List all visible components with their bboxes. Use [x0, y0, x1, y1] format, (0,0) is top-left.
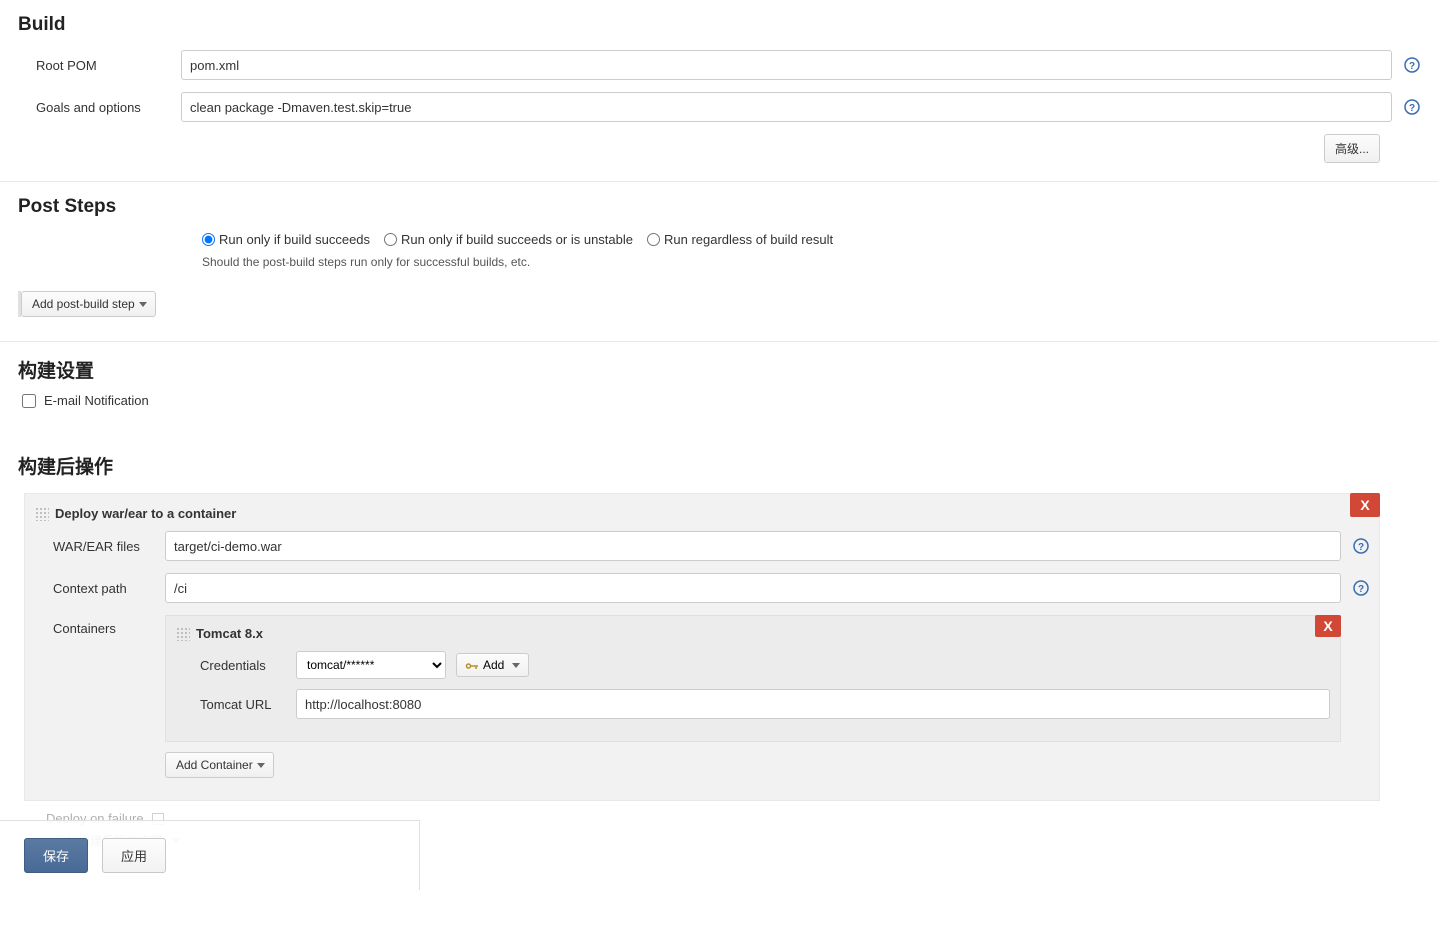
caret-down-icon	[257, 763, 265, 768]
caret-down-icon	[512, 663, 520, 668]
context-path-input[interactable]	[165, 573, 1341, 603]
deploy-title: Deploy war/ear to a container	[55, 506, 236, 521]
build-settings-title: 构建设置	[18, 356, 1420, 383]
post-steps-title: Post Steps	[18, 196, 1420, 218]
goals-input[interactable]	[181, 92, 1392, 122]
containers-row: Containers X Tomcat 8.x Credentials tomc…	[35, 615, 1369, 778]
close-icon[interactable]: X	[1315, 615, 1341, 637]
post-steps-radios: Run only if build succeeds Run only if b…	[18, 232, 1420, 247]
email-notification-label: E-mail Notification	[44, 393, 149, 408]
svg-text:?: ?	[1409, 103, 1415, 114]
advanced-button[interactable]: 高级...	[1324, 134, 1380, 163]
root-pom-input[interactable]	[181, 50, 1392, 80]
tomcat-url-input[interactable]	[296, 689, 1330, 719]
credentials-add-button[interactable]: Add	[456, 653, 529, 677]
credentials-select[interactable]: tomcat/******	[296, 651, 446, 679]
goals-label: Goals and options	[18, 100, 181, 115]
deploy-container-block: X Deploy war/ear to a container WAR/EAR …	[24, 493, 1380, 801]
svg-text:?: ?	[1358, 584, 1364, 595]
help-icon[interactable]: ?	[1404, 99, 1420, 115]
goals-row: Goals and options ?	[18, 92, 1420, 122]
drag-handle-icon[interactable]	[35, 507, 49, 521]
containers-label: Containers	[35, 615, 165, 636]
build-section: Build Root POM ? Goals and options ? 高级.…	[0, 0, 1438, 182]
post-steps-hint: Should the post-build steps run only for…	[18, 255, 1420, 269]
help-icon[interactable]: ?	[1404, 57, 1420, 73]
apply-button[interactable]: 应用	[102, 838, 166, 873]
tomcat-url-row: Tomcat URL	[200, 689, 1330, 719]
root-pom-row: Root POM ?	[18, 50, 1420, 80]
key-icon	[465, 660, 479, 670]
drag-handle-icon[interactable]	[176, 627, 190, 641]
save-button[interactable]: 保存	[24, 838, 88, 873]
build-settings-section: 构建设置 E-mail Notification	[0, 342, 1438, 438]
credentials-label: Credentials	[200, 658, 296, 673]
add-post-build-step-button[interactable]: Add post-build step	[21, 291, 156, 317]
war-files-input[interactable]	[165, 531, 1341, 561]
footer-bar: 保存 应用	[0, 820, 420, 890]
svg-text:?: ?	[1358, 542, 1364, 553]
war-files-label: WAR/EAR files	[35, 539, 165, 554]
post-steps-section: Post Steps Run only if build succeeds Ru…	[0, 182, 1438, 342]
context-path-label: Context path	[35, 581, 165, 596]
tomcat-block: X Tomcat 8.x Credentials tomcat/******	[165, 615, 1341, 742]
war-files-row: WAR/EAR files ?	[35, 531, 1369, 561]
tomcat-title: Tomcat 8.x	[196, 626, 263, 641]
post-build-title: 构建后操作	[18, 452, 1420, 479]
radio-regardless-input[interactable]	[647, 233, 660, 246]
close-icon[interactable]: X	[1350, 493, 1380, 517]
radio-unstable[interactable]: Run only if build succeeds or is unstabl…	[384, 232, 633, 247]
help-icon[interactable]: ?	[1353, 538, 1369, 554]
credentials-row: Credentials tomcat/****** Add	[200, 651, 1330, 679]
radio-succeeds-input[interactable]	[202, 233, 215, 246]
tomcat-url-label: Tomcat URL	[200, 697, 296, 712]
email-notification-checkbox[interactable]	[22, 394, 36, 408]
caret-down-icon	[139, 302, 147, 307]
radio-unstable-input[interactable]	[384, 233, 397, 246]
radio-regardless[interactable]: Run regardless of build result	[647, 232, 833, 247]
svg-text:?: ?	[1409, 61, 1415, 72]
context-path-row: Context path ?	[35, 573, 1369, 603]
root-pom-label: Root POM	[18, 58, 181, 73]
radio-succeeds[interactable]: Run only if build succeeds	[202, 232, 370, 247]
build-title: Build	[18, 14, 1420, 36]
add-container-button[interactable]: Add Container	[165, 752, 274, 778]
add-post-build-step-wrap: Add post-build step	[18, 291, 156, 317]
email-notification-row: E-mail Notification	[22, 393, 1420, 408]
help-icon[interactable]: ?	[1353, 580, 1369, 596]
